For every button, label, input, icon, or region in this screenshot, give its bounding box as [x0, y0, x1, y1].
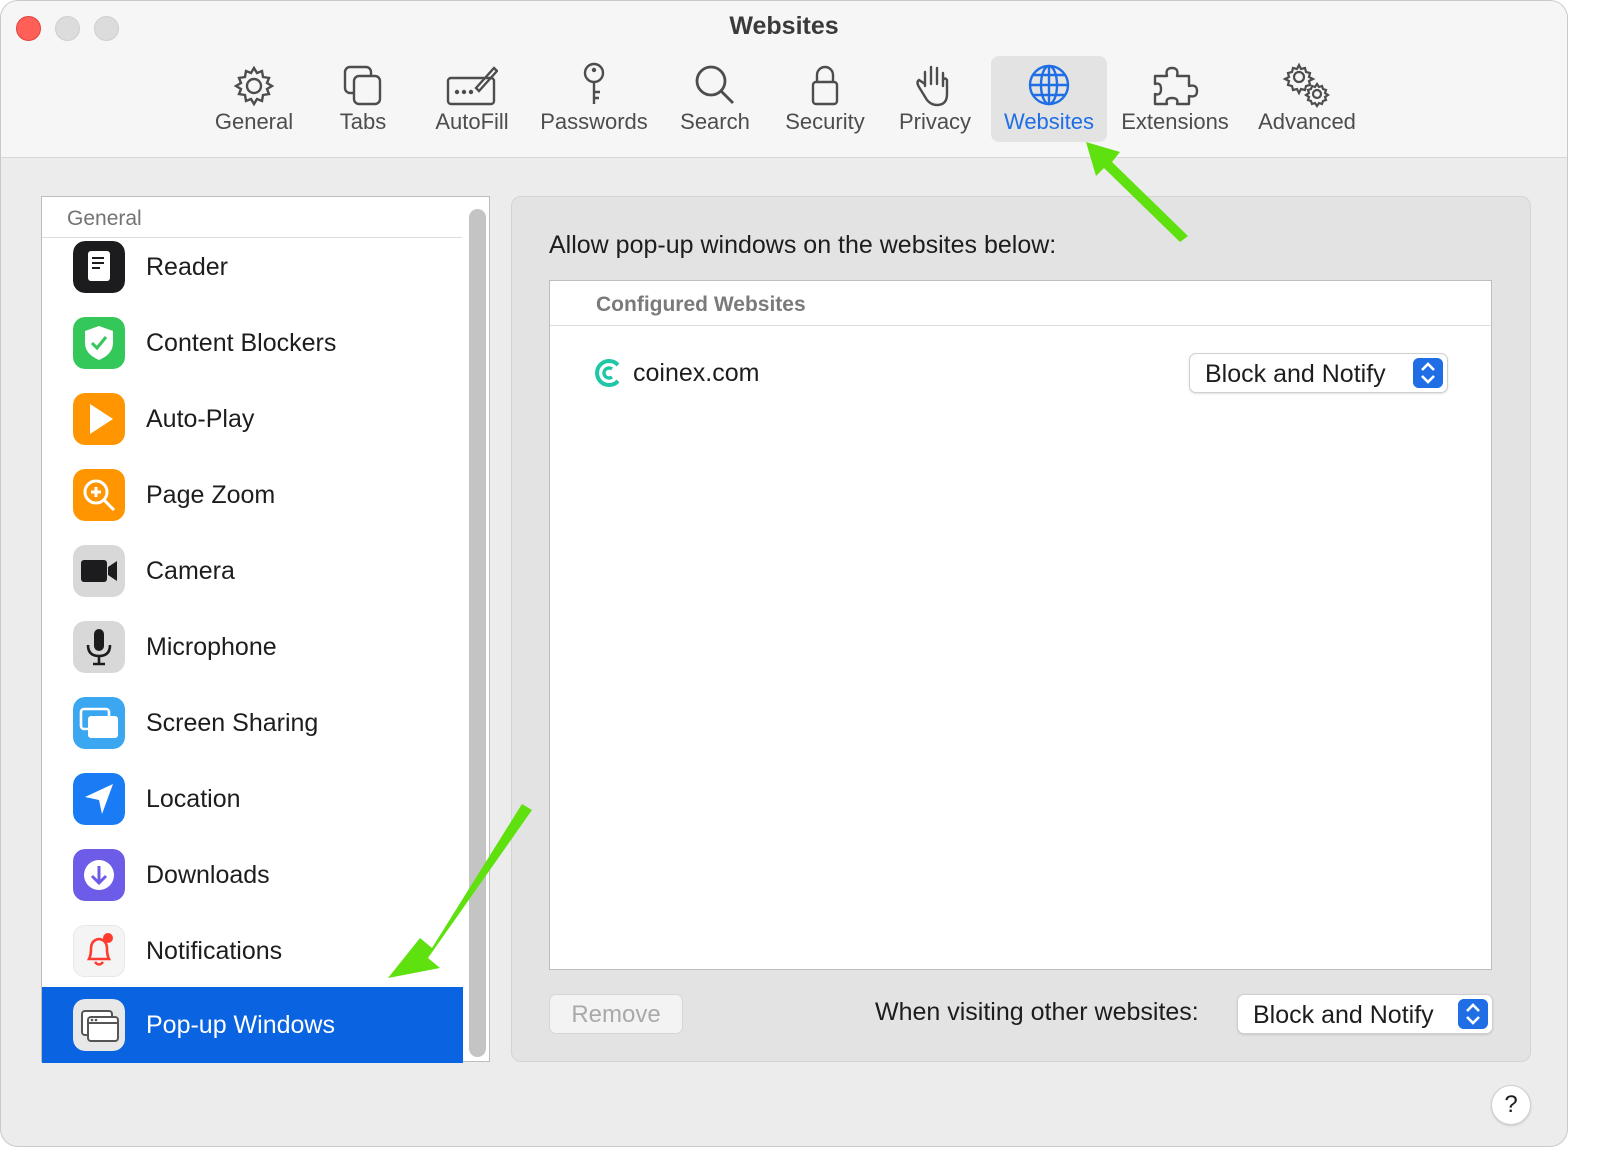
other-websites-label: When visiting other websites: [875, 998, 1199, 1026]
puzzle-icon [1153, 66, 1199, 106]
toolbar-extensions[interactable]: Extensions [1117, 56, 1233, 142]
toolbar-label: General [214, 109, 294, 134]
panel-heading: Allow pop-up windows on the websites bel… [549, 231, 1057, 259]
sidebar-item-content-blockers[interactable]: Content Blockers [42, 305, 462, 381]
sidebar-item-label: Screen Sharing [146, 709, 319, 737]
sidebar-item-page-zoom[interactable]: Page Zoom [42, 457, 462, 533]
sidebar-item-label: Pop-up Windows [146, 1011, 335, 1039]
toolbar-label: Websites [1003, 109, 1095, 134]
location-icon [73, 773, 125, 825]
toolbar-label: Security [785, 109, 865, 134]
sidebar-item-camera[interactable]: Camera [42, 533, 462, 609]
sidebar-item-screen-sharing[interactable]: Screen Sharing [42, 685, 462, 761]
sidebar-item-auto-play[interactable]: Auto-Play [42, 381, 462, 457]
search-icon [695, 65, 734, 104]
shield-check-icon [73, 317, 125, 369]
sidebar-item-label: Content Blockers [146, 329, 337, 357]
chevron-up-down-icon [1413, 358, 1443, 388]
table-column-header: Configured Websites [550, 281, 1491, 326]
screen-sharing-icon [73, 697, 125, 749]
select-value: Block and Notify [1205, 360, 1386, 388]
title-bar: Websites General Tabs AutoFill Passwords… [1, 1, 1567, 158]
toolbar-label: Privacy [898, 109, 972, 134]
site-name: coinex.com [633, 359, 760, 387]
globe-icon [1028, 64, 1070, 106]
sidebar-item-downloads[interactable]: Downloads [42, 837, 462, 913]
microphone-icon [73, 621, 125, 673]
toolbar-search[interactable]: Search [671, 56, 759, 142]
toolbar-label: AutoFill [435, 109, 509, 134]
sidebar-item-label: Auto-Play [146, 405, 255, 433]
toolbar-passwords[interactable]: Passwords [537, 56, 651, 142]
toolbar-label: Advanced [1258, 109, 1356, 134]
toolbar-label: Passwords [540, 109, 648, 134]
toolbar-security[interactable]: Security [779, 56, 871, 142]
play-icon [73, 393, 125, 445]
hand-icon [916, 65, 949, 107]
coinex-logo-icon [595, 359, 620, 387]
sidebar-item-notifications[interactable]: Notifications [42, 913, 462, 989]
autofill-icon [446, 66, 498, 106]
site-popup-setting-select[interactable]: Block and Notify [1189, 353, 1448, 393]
toolbar-label: Search [680, 109, 750, 134]
toolbar-label: Tabs [339, 109, 387, 134]
tabs-icon [343, 65, 382, 106]
zoom-icon [73, 469, 125, 521]
remove-button[interactable]: Remove [549, 994, 683, 1034]
sidebar-item-location[interactable]: Location [42, 761, 462, 837]
bell-icon [73, 925, 125, 977]
gears-icon [1282, 62, 1330, 108]
select-value: Block and Notify [1253, 1001, 1434, 1029]
sidebar-item-label: Notifications [146, 937, 283, 965]
sidebar-item-label: Location [146, 785, 241, 813]
toolbar-privacy[interactable]: Privacy [891, 56, 979, 142]
sidebar-item-popup-windows[interactable]: Pop-up Windows [42, 987, 463, 1063]
toolbar-general[interactable]: General [209, 56, 299, 142]
toolbar-label: Extensions [1121, 109, 1229, 134]
sidebar-item-label: Page Zoom [146, 481, 276, 509]
lock-icon [811, 65, 839, 106]
gear-icon [233, 65, 275, 107]
table-row[interactable]: coinex.com Block and Notify [550, 327, 1491, 417]
configured-websites-table: Configured Websites coinex.com Block and… [549, 280, 1492, 970]
safari-settings-window: Websites General Tabs AutoFill Passwords… [0, 0, 1568, 1147]
sidebar-item-label: Camera [146, 557, 235, 585]
sidebar-scrollbar[interactable] [469, 209, 486, 1057]
toolbar-autofill[interactable]: AutoFill [427, 56, 517, 142]
other-websites-setting-select[interactable]: Block and Notify [1237, 994, 1493, 1034]
reader-icon [73, 241, 125, 293]
popup-windows-icon [73, 999, 125, 1051]
chevron-up-down-icon [1458, 999, 1488, 1029]
sidebar-item-reader[interactable]: Reader [42, 229, 462, 305]
window-title: Websites [729, 12, 839, 40]
help-button[interactable]: ? [1491, 1085, 1531, 1125]
toolbar-websites[interactable]: Websites [991, 56, 1107, 142]
download-icon [73, 849, 125, 901]
toolbar-advanced[interactable]: Advanced [1251, 56, 1363, 142]
sidebar-item-label: Downloads [146, 861, 270, 889]
sidebar-item-microphone[interactable]: Microphone [42, 609, 462, 685]
toolbar-tabs[interactable]: Tabs [319, 56, 407, 142]
camera-icon [73, 545, 125, 597]
sidebar-item-label: Reader [146, 253, 228, 281]
sidebar: General Reader Content Blockers Auto-Pla… [41, 196, 490, 1063]
key-icon [583, 62, 605, 104]
sidebar-item-label: Microphone [146, 633, 277, 661]
